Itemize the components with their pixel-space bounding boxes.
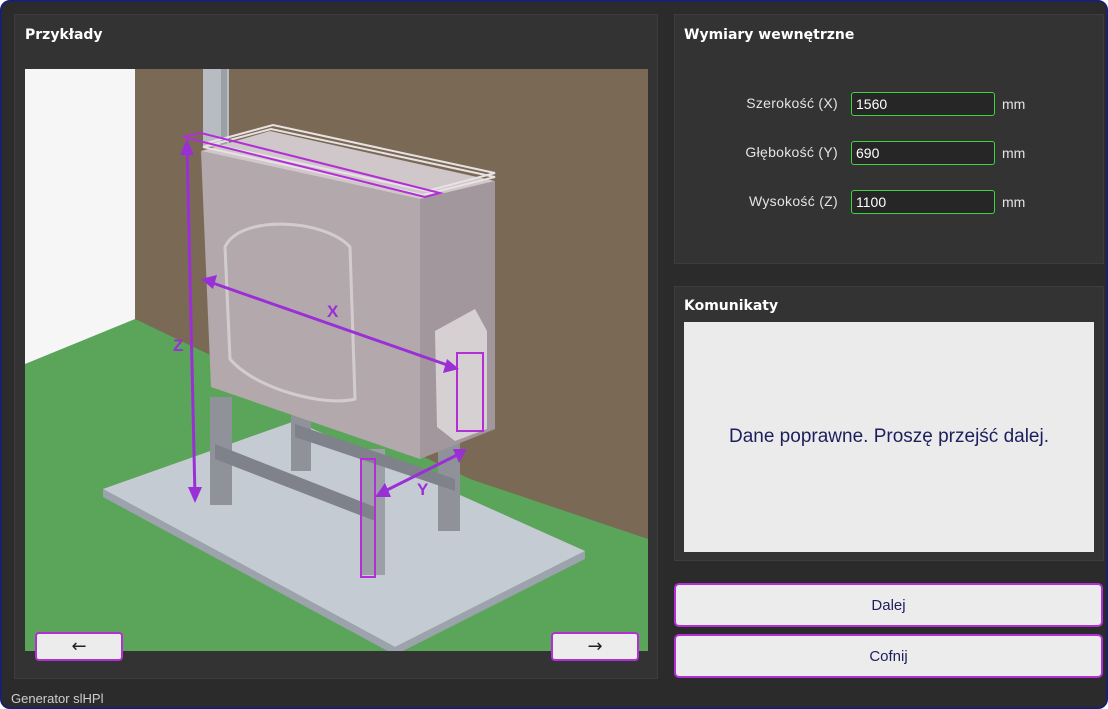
next-example-button[interactable]: → [551,632,639,661]
previous-example-button[interactable]: ← [35,632,123,661]
examples-title: Przykłady [25,27,103,43]
back-button[interactable]: Cofnij [674,634,1103,678]
height-unit: mm [1002,194,1026,210]
next-button[interactable]: Dalej [674,583,1103,627]
height-input[interactable] [851,190,995,214]
arrow-right-icon: → [587,636,603,657]
height-label: Wysokość (Z) [748,193,838,209]
arrow-left-icon: ← [71,636,87,657]
dimensions-panel: Wymiary wewnętrzne Szerokość (X) mm Głęb… [674,14,1104,264]
depth-row: Głębokość (Y) mm [675,141,1105,165]
example-image: Z X Y [25,69,648,651]
dimensions-title: Wymiary wewnętrzne [684,27,855,43]
axis-label-y: Y [417,480,429,499]
depth-label: Głębokość (Y) [745,144,838,160]
app-footer-label: Generator slHPl [11,691,104,706]
axis-label-z: Z [173,336,183,355]
app-window: Przykłady Z X Y ← → Wymiary wewnętrzne S… [0,0,1108,709]
axis-label-x: X [327,302,339,321]
depth-unit: mm [1002,145,1026,161]
examples-panel: Przykłady Z X Y ← → [14,14,658,679]
width-row: Szerokość (X) mm [675,92,1105,116]
messages-panel: Komunikaty Dane poprawne. Proszę przejść… [674,286,1104,561]
message-text: Dane poprawne. Proszę przejść dalej. [728,426,1049,447]
width-unit: mm [1002,96,1026,112]
width-input[interactable] [851,92,995,116]
message-box: Dane poprawne. Proszę przejść dalej. [684,322,1094,552]
height-row: Wysokość (Z) mm [675,190,1105,214]
messages-title: Komunikaty [684,298,779,314]
width-label: Szerokość (X) [746,95,838,111]
depth-input[interactable] [851,141,995,165]
